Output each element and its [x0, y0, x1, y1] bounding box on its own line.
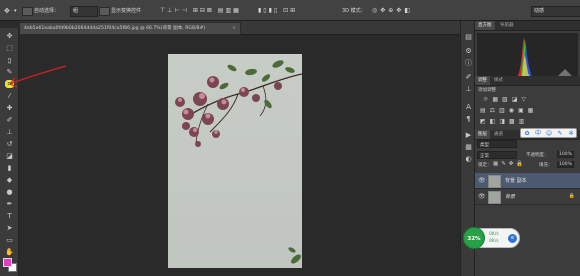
- brush-panel-icon[interactable]: ✐: [464, 73, 473, 81]
- upload-speed: 0K/s: [489, 232, 499, 237]
- character-icon[interactable]: A: [464, 103, 473, 111]
- path-select-icon[interactable]: ➤: [5, 224, 14, 232]
- adjustment-icons-row1[interactable]: ☼▦▧◪▽: [483, 96, 530, 103]
- hand-icon[interactable]: ✋: [5, 248, 14, 256]
- actions-icon[interactable]: ▶: [464, 131, 473, 139]
- layer-filter-dropdown[interactable]: 类型: [477, 140, 517, 148]
- lock-icons[interactable]: ▦✎✥🔒: [493, 161, 526, 167]
- dodge-icon[interactable]: ●: [5, 188, 14, 196]
- eye-icon[interactable]: 👁: [478, 193, 486, 200]
- type-icon[interactable]: T: [5, 212, 14, 220]
- pen-input-icon[interactable]: ✎: [556, 130, 564, 138]
- tab-navigator[interactable]: 导航器: [497, 21, 517, 30]
- opacity-field[interactable]: 100%: [557, 151, 574, 158]
- close-tab-icon[interactable]: ×: [232, 23, 236, 34]
- document-image[interactable]: [168, 54, 302, 268]
- align-icons[interactable]: ⊤⊥⊢⊣ ⊞⊟⊠ ▤▥▦: [160, 7, 241, 15]
- layer-filter-label: 类型: [480, 143, 489, 148]
- layer-name: 背景: [505, 194, 516, 200]
- show-transform-checkbox[interactable]: [99, 7, 110, 16]
- fill-field[interactable]: 100%: [557, 161, 574, 168]
- history-brush-icon[interactable]: ↺: [5, 140, 14, 148]
- blend-mode-dropdown[interactable]: 正常: [477, 151, 517, 159]
- document-tab[interactable]: 4eb5e61eaba0fd9b0b2064d44a251f04ca5f86.j…: [19, 22, 241, 35]
- tab-histogram[interactable]: 直方图: [475, 21, 495, 30]
- styles-icon[interactable]: ◐: [464, 155, 473, 163]
- layer-thumbnail: [488, 175, 501, 188]
- auto-select-label: 自动选择：: [34, 8, 60, 14]
- show-transform-label: 显示变换控件: [111, 8, 142, 14]
- document-tab-bar: 4eb5e61eaba0fd9b0b2064d44a251f04ca5f86.j…: [19, 21, 470, 35]
- move-icon[interactable]: ✥: [5, 32, 14, 40]
- lock-icon: 🔒: [568, 193, 575, 199]
- stamp-icon[interactable]: ⊥: [5, 128, 14, 136]
- swatches-icon[interactable]: ▦: [464, 143, 473, 151]
- workspace-dropdown[interactable]: 动感: [531, 6, 580, 17]
- 3d-mode-icons[interactable]: ◎✥⊕✥◧: [372, 7, 413, 15]
- layer-name: 背景 副本: [505, 178, 527, 184]
- tab-styles[interactable]: 样式: [491, 76, 506, 85]
- widget-logo-icon[interactable]: e: [508, 234, 517, 243]
- histogram-tabs: 直方图 导航器: [475, 21, 580, 31]
- document-tab-title: 4eb5e61eaba0fd9b0b2064d44a251f04ca5f86.j…: [24, 26, 206, 31]
- auto-select-checkbox[interactable]: [22, 7, 33, 16]
- brush-icon[interactable]: ✐: [5, 116, 14, 124]
- clone-source-icon[interactable]: ⊥: [464, 85, 473, 93]
- eraser-icon[interactable]: ◪: [5, 152, 14, 160]
- eye-icon[interactable]: 👁: [478, 177, 486, 184]
- paragraph-icon[interactable]: ¶: [464, 115, 473, 123]
- auto-select-dropdown[interactable]: 组: [70, 6, 98, 17]
- marquee-icon[interactable]: ⬚: [5, 44, 14, 52]
- tool-preset-chevron-icon[interactable]: ▾: [14, 7, 17, 15]
- options-bar: ✥ ▾ 自动选择： 组 显示变换控件 ⊤⊥⊢⊣ ⊞⊟⊠ ▤▥▦ ▮▯▮▯ ⊡⊞ …: [0, 0, 580, 21]
- lock-label: 锁定：: [478, 163, 492, 168]
- layer-thumbnail: [488, 191, 501, 204]
- tab-layers[interactable]: 图层: [475, 130, 490, 139]
- mode-3d-label: 3D 模式：: [342, 8, 366, 14]
- gradient-icon[interactable]: ▮: [5, 164, 14, 172]
- settings-icon[interactable]: ✲: [567, 130, 575, 138]
- chinese-input-icon[interactable]: 中: [534, 130, 542, 138]
- blur-icon[interactable]: ◆: [5, 176, 14, 184]
- layer-row[interactable]: 👁 背景 🔒: [475, 189, 580, 205]
- healing-icon[interactable]: ✚: [5, 104, 14, 112]
- foreground-color-swatch[interactable]: [3, 258, 12, 267]
- opacity-label: 不透明度：: [526, 153, 549, 158]
- paw-icon[interactable]: ✿: [523, 130, 531, 138]
- annotation-arrow: [9, 65, 67, 88]
- floating-quick-icons: ✿ 中 ☺ ✎ ✲: [520, 128, 577, 138]
- shape-icon[interactable]: ▭: [5, 236, 14, 244]
- smile-icon[interactable]: ☺: [545, 130, 553, 138]
- distribute-icons[interactable]: ▮▯▮▯ ⊡⊞: [258, 7, 297, 15]
- cherry-blossom-photo: [168, 54, 302, 268]
- adjust-tabs: 调整 样式: [475, 76, 580, 86]
- tab-channels[interactable]: 通道: [491, 130, 506, 139]
- layer-row[interactable]: 👁 背景 副本: [475, 173, 580, 189]
- pen-icon[interactable]: ✒: [5, 200, 14, 208]
- histogram-chart: [477, 33, 578, 77]
- info-icon[interactable]: ⓘ: [464, 59, 473, 67]
- adjustment-icons-row2[interactable]: ▤⚖▥◉▣▦: [480, 107, 537, 114]
- adjustment-icons-row3[interactable]: ◩◧◨▩▥: [480, 118, 528, 125]
- memory-percent-badge[interactable]: 32%: [463, 227, 485, 249]
- adjust-title: 添加调整: [478, 88, 496, 93]
- fill-label: 填充：: [539, 163, 553, 168]
- download-speed: 0K/s: [489, 239, 499, 244]
- tab-adjustments[interactable]: 调整: [475, 76, 490, 85]
- blend-mode-label: 正常: [480, 154, 489, 159]
- move-tool-icon[interactable]: ✥: [4, 7, 10, 15]
- history-icon[interactable]: ▤: [464, 33, 473, 41]
- properties-icon[interactable]: ⚙: [464, 47, 473, 55]
